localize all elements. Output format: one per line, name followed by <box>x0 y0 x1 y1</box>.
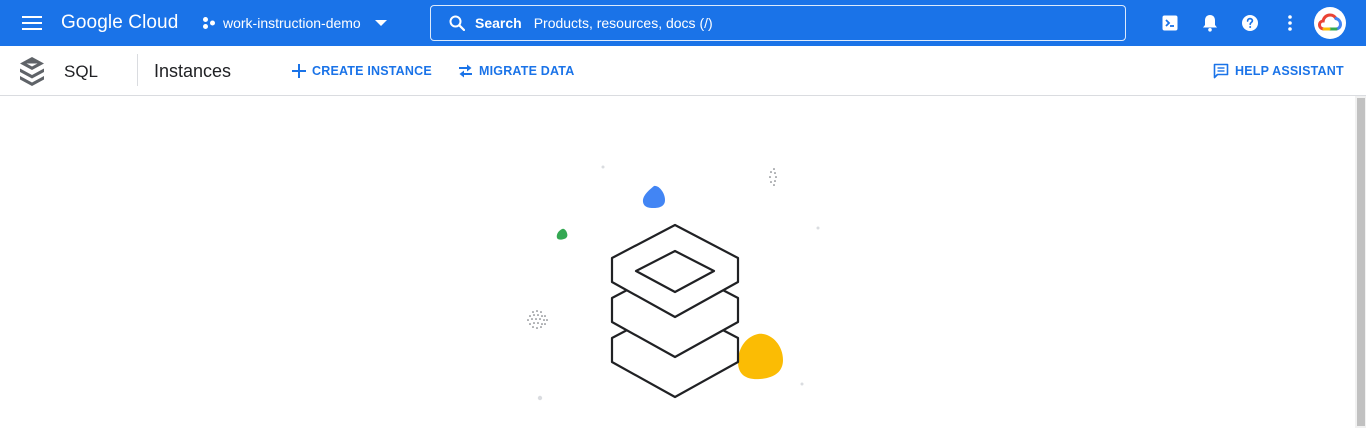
cloud-shell-button[interactable] <box>1154 7 1186 39</box>
notifications-bell-icon <box>1203 15 1217 32</box>
dot-decoration <box>601 165 605 169</box>
product-name: SQL <box>64 62 99 81</box>
search-bar[interactable]: Search <box>430 5 1126 41</box>
search-label: Search <box>475 15 522 31</box>
product-header: SQL Instances CREATE INSTANCE MIGRATE DA… <box>0 46 1366 96</box>
project-icon <box>203 17 215 29</box>
migrate-data-label: MIGRATE DATA <box>479 64 575 78</box>
scrollbar-thumb[interactable] <box>1357 98 1365 426</box>
vertical-scrollbar[interactable] <box>1355 96 1366 428</box>
create-instance-label: CREATE INSTANCE <box>312 64 432 78</box>
menu-icon <box>22 16 42 30</box>
google-cloud-logo[interactable]: Google Cloud <box>61 11 178 35</box>
top-bar: Google Cloud work-instruction-demo Searc… <box>0 0 1366 46</box>
migrate-data-button[interactable]: MIGRATE DATA <box>458 60 574 82</box>
dotted-sphere-decoration <box>527 310 548 329</box>
dotted-arc-decoration <box>769 168 777 186</box>
search-input[interactable] <box>533 15 1054 31</box>
help-assistant-label: HELP ASSISTANT <box>1235 64 1344 78</box>
chat-feedback-icon <box>1213 63 1229 79</box>
sql-database-icon <box>20 57 44 86</box>
sql-empty-state-illustration <box>527 165 820 401</box>
help-assistant-button[interactable]: HELP ASSISTANT <box>1213 60 1344 82</box>
cloud-shell-icon <box>1162 15 1178 31</box>
add-icon <box>292 64 306 78</box>
dot-decoration <box>800 382 804 386</box>
dot-decoration <box>816 226 820 230</box>
main-menu-button[interactable] <box>14 5 50 41</box>
more-vert-icon <box>1288 15 1292 31</box>
dot-decoration <box>537 395 543 401</box>
page-title: Instances <box>154 61 232 81</box>
swap-arrows-icon <box>459 64 472 78</box>
yellow-blob <box>738 333 783 380</box>
blue-blob <box>642 185 665 208</box>
search-icon <box>449 15 465 31</box>
brand-text: Google Cloud <box>61 12 179 33</box>
notifications-button[interactable] <box>1194 7 1226 39</box>
google-cloud-avatar-icon <box>1318 13 1342 31</box>
more-options-button[interactable] <box>1274 7 1306 39</box>
database-stack-icon <box>610 223 740 399</box>
help-button[interactable] <box>1234 7 1266 39</box>
project-name: work-instruction-demo <box>223 15 361 31</box>
create-instance-button[interactable]: CREATE INSTANCE <box>292 60 432 82</box>
dropdown-arrow-icon <box>374 20 387 26</box>
green-blob <box>556 228 568 240</box>
account-avatar[interactable] <box>1314 7 1346 39</box>
header-divider <box>137 54 138 86</box>
help-icon <box>1242 15 1258 31</box>
project-picker[interactable]: work-instruction-demo <box>200 8 390 38</box>
